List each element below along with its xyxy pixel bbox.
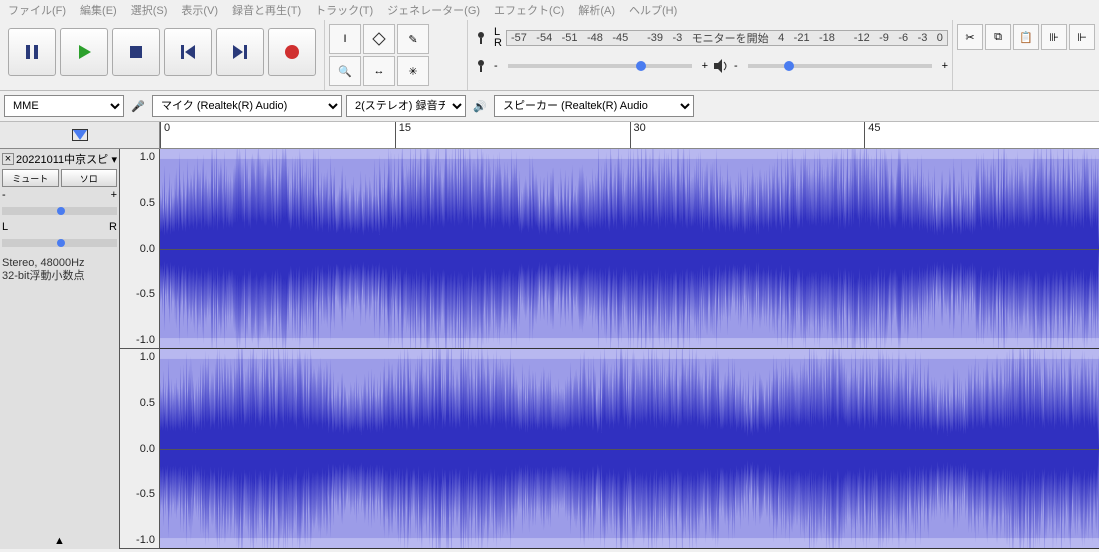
- output-device-select[interactable]: スピーカー (Realtek(R) Audio: [494, 95, 694, 117]
- channels-select[interactable]: 2(ステレオ) 録音チ: [346, 95, 466, 117]
- toolbars: I ✎ 🔍 ↔ ✳ LR -57-54-51-48-45-39-3モニターを開始…: [0, 20, 1099, 91]
- menu-transport[interactable]: 録音と再生(T): [232, 2, 301, 18]
- waveform-left-channel[interactable]: [160, 149, 1099, 349]
- collapse-track-button[interactable]: ▲: [2, 535, 117, 547]
- meters-panel: LR -57-54-51-48-45-39-3モニターを開始4-21-18-12…: [468, 20, 952, 90]
- menu-help[interactable]: ヘルプ(H): [629, 2, 677, 18]
- menu-tracks[interactable]: トラック(T): [315, 2, 373, 18]
- menu-effect[interactable]: エフェクト(C): [494, 2, 564, 18]
- mic-icon: [472, 29, 490, 47]
- minus-label-2: -: [734, 60, 738, 72]
- waveform-area[interactable]: [160, 149, 1099, 549]
- track-name[interactable]: 20221011中京スピ: [16, 151, 109, 167]
- speaker-icon: [712, 57, 730, 75]
- pin-playhead-icon[interactable]: [73, 130, 87, 140]
- mute-button[interactable]: ミュート: [2, 169, 59, 187]
- transport-controls: [0, 20, 325, 90]
- menu-file[interactable]: ファイル(F): [8, 2, 66, 18]
- pause-button[interactable]: [8, 28, 56, 76]
- paste-icon[interactable]: 📋: [1013, 24, 1039, 50]
- stop-button[interactable]: [112, 28, 160, 76]
- skip-end-button[interactable]: [216, 28, 264, 76]
- multi-tool-icon[interactable]: ✳: [397, 56, 429, 86]
- mic-device-icon: 🎤: [128, 100, 148, 113]
- track-format-info: Stereo, 48000Hz32-bit浮動小数点: [2, 257, 117, 283]
- meter-r-label: R: [494, 38, 502, 49]
- envelope-tool-icon[interactable]: [363, 24, 395, 54]
- skip-start-button[interactable]: [164, 28, 212, 76]
- copy-icon[interactable]: ⧉: [985, 24, 1011, 50]
- gain-slider[interactable]: [2, 207, 117, 215]
- menu-analyze[interactable]: 解析(A): [578, 2, 615, 18]
- tracks-area: × 20221011中京スピ ▾ ミュート ソロ -+ LR Stereo, 4…: [0, 149, 1099, 549]
- edit-toolbar: ✂ ⧉ 📋 ⊪ ⊩: [952, 20, 1099, 90]
- selection-tool-icon[interactable]: I: [329, 24, 361, 54]
- menubar: ファイル(F) 編集(E) 選択(S) 表示(V) 録音と再生(T) トラック(…: [0, 0, 1099, 20]
- record-button[interactable]: [268, 28, 316, 76]
- record-meter[interactable]: -57-54-51-48-45-39-3モニターを開始4-21-18-12-9-…: [506, 30, 948, 46]
- playback-volume-slider[interactable]: [748, 64, 932, 68]
- menu-generate[interactable]: ジェネレーター(G): [387, 2, 480, 18]
- input-device-select[interactable]: マイク (Realtek(R) Audio): [152, 95, 342, 117]
- menu-select[interactable]: 選択(S): [131, 2, 168, 18]
- audio-host-select[interactable]: MME: [4, 95, 124, 117]
- timeline-corner: [0, 122, 160, 148]
- record-volume-slider[interactable]: [508, 64, 692, 68]
- tools-grid: I ✎ 🔍 ↔ ✳: [325, 20, 468, 90]
- solo-button[interactable]: ソロ: [61, 169, 118, 187]
- pan-slider[interactable]: [2, 239, 117, 247]
- amplitude-scale: 1.00.50.0-0.5-1.0 1.00.50.0-0.5-1.0: [120, 149, 160, 549]
- cut-icon[interactable]: ✂: [957, 24, 983, 50]
- plus-label: +: [702, 60, 708, 72]
- device-toolbar: MME 🎤 マイク (Realtek(R) Audio) 2(ステレオ) 録音チ…: [0, 91, 1099, 122]
- minus-label: -: [494, 60, 498, 72]
- zoom-tool-icon[interactable]: 🔍: [329, 56, 361, 86]
- track-menu-icon[interactable]: ▾: [111, 153, 117, 166]
- silence-icon[interactable]: ⊩: [1069, 24, 1095, 50]
- play-button[interactable]: [60, 28, 108, 76]
- menu-edit[interactable]: 編集(E): [80, 2, 117, 18]
- timeline: 0153045: [0, 122, 1099, 149]
- waveform-right-channel[interactable]: [160, 349, 1099, 549]
- speaker-device-icon: 🔊: [470, 100, 490, 113]
- track-control-panel: × 20221011中京スピ ▾ ミュート ソロ -+ LR Stereo, 4…: [0, 149, 120, 549]
- draw-tool-icon[interactable]: ✎: [397, 24, 429, 54]
- timeshift-tool-icon[interactable]: ↔: [363, 56, 395, 86]
- mic-icon-2: [472, 57, 490, 75]
- trim-icon[interactable]: ⊪: [1041, 24, 1067, 50]
- close-track-button[interactable]: ×: [2, 153, 14, 165]
- menu-view[interactable]: 表示(V): [181, 2, 218, 18]
- plus-label-2: +: [942, 60, 948, 72]
- time-ruler[interactable]: 0153045: [160, 122, 1099, 148]
